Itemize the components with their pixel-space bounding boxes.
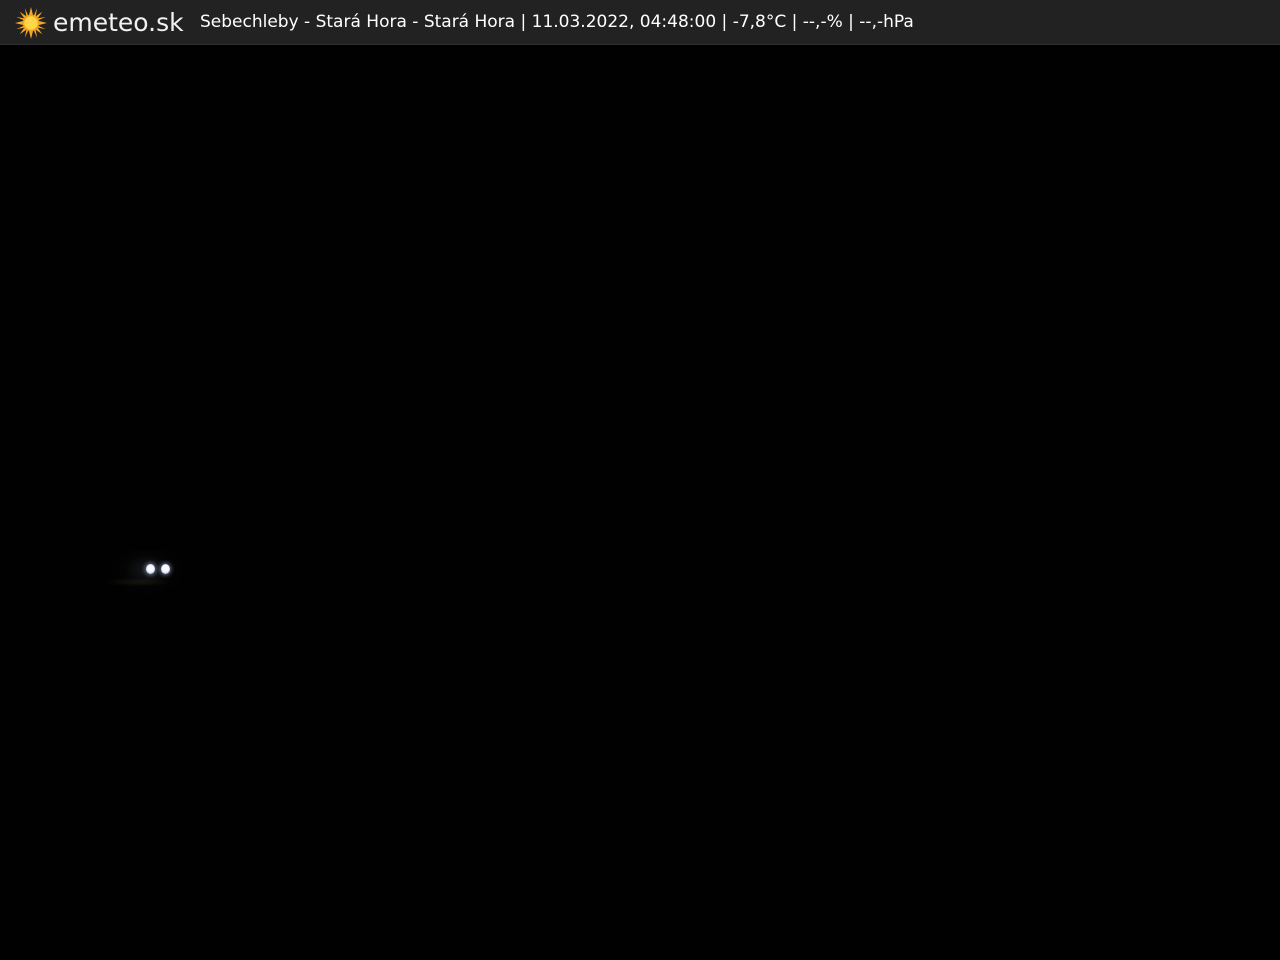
temperature-value: -7,8°C bbox=[732, 12, 787, 32]
webcam-image bbox=[0, 45, 1280, 960]
sun-icon bbox=[15, 6, 47, 39]
distant-light-left bbox=[146, 564, 155, 574]
pressure-value: --,-hPa bbox=[859, 12, 914, 32]
brand-logo[interactable]: emeteo.sk bbox=[14, 6, 184, 39]
separator: | bbox=[520, 12, 527, 32]
distant-light-right bbox=[161, 564, 170, 574]
separator: | bbox=[791, 12, 798, 32]
station-location: Sebechleby - Stará Hora - Stará Hora bbox=[200, 12, 516, 32]
webcam-page: emeteo.sk Sebechleby - Stará Hora - Star… bbox=[0, 0, 1280, 960]
separator: | bbox=[848, 12, 854, 32]
weather-info-line: Sebechleby - Stará Hora - Stará Hora | 1… bbox=[200, 11, 914, 33]
separator: | bbox=[721, 12, 728, 32]
ground-reflection bbox=[108, 578, 168, 586]
humidity-value: --,-% bbox=[802, 12, 843, 32]
header-bar: emeteo.sk Sebechleby - Stará Hora - Star… bbox=[0, 0, 1280, 45]
observation-datetime: 11.03.2022, 04:48:00 bbox=[531, 12, 717, 32]
brand-name[interactable]: emeteo.sk bbox=[53, 6, 184, 39]
